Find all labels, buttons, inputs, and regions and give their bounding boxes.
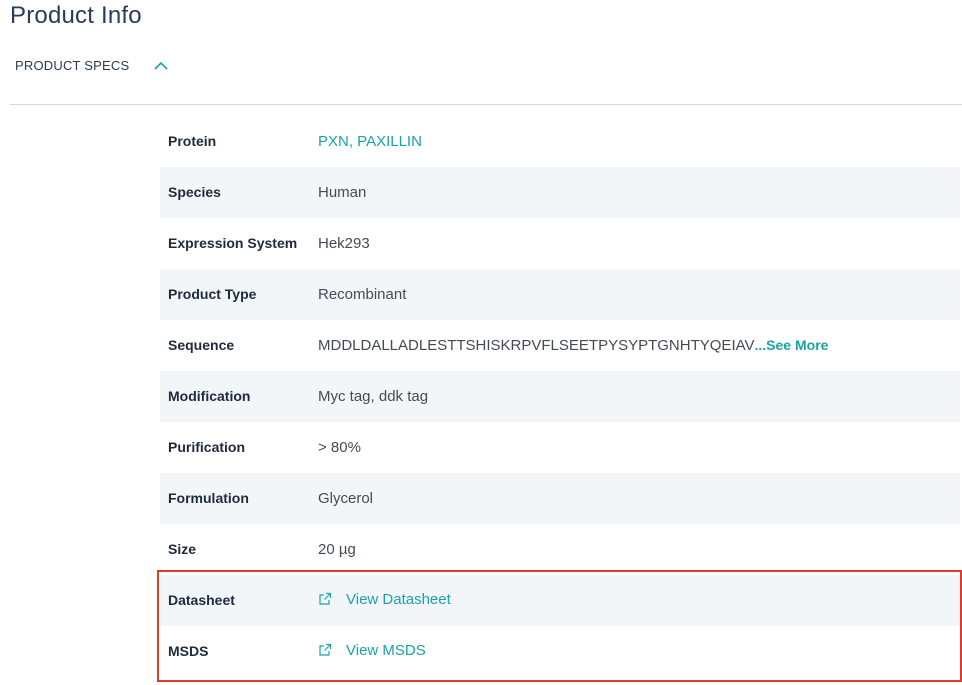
spec-key: Size (168, 540, 197, 557)
spec-key: Purification (168, 438, 246, 455)
view-msds-link[interactable]: View MSDS (318, 642, 426, 659)
spec-value: Glycerol (318, 490, 374, 507)
spec-row-protein: Protein PXN, PAXILLIN (160, 116, 960, 167)
sequence-text: MDDLDALLADLESTTSHISKRPVFLSEETPYSYPTGNHTY… (318, 337, 755, 354)
sequence-value: MDDLDALLADLESTTSHISKRPVFLSEETPYSYPTGNHTY… (318, 337, 828, 354)
spec-value: Human (318, 184, 367, 201)
spec-row-purification: Purification > 80% (160, 422, 960, 473)
spec-row-size: Size 20 µg (160, 524, 960, 575)
spec-key: Datasheet (168, 591, 235, 608)
view-datasheet-label: View Datasheet (346, 590, 451, 608)
spec-key: MSDS (168, 642, 209, 659)
protein-link[interactable]: PXN, PAXILLIN (318, 133, 422, 150)
chevron-up-icon[interactable] (153, 60, 169, 72)
spec-row-modification: Modification Myc tag, ddk tag (160, 371, 960, 422)
page-title: Product Info (10, 2, 142, 29)
spec-key: Sequence (168, 336, 235, 353)
product-specs-label: PRODUCT SPECS (15, 58, 130, 73)
product-info-page: Product Info PRODUCT SPECS Protein PXN, … (0, 0, 962, 685)
spec-value: > 80% (318, 439, 361, 456)
spec-value: Recombinant (318, 286, 407, 303)
spec-key: Expression System (168, 234, 298, 251)
spec-row-expression-system: Expression System Hek293 (160, 218, 960, 269)
spec-value: Hek293 (318, 235, 370, 252)
spec-row-sequence: Sequence MDDLDALLADLESTTSHISKRPVFLSEETPY… (160, 320, 960, 371)
spec-key: Formulation (168, 489, 249, 506)
spec-key: Species (168, 183, 221, 200)
spec-row-formulation: Formulation Glycerol (160, 473, 960, 524)
product-specs-toggle[interactable]: PRODUCT SPECS (15, 58, 169, 73)
external-link-icon (318, 643, 332, 657)
spec-key: Protein (168, 132, 217, 149)
external-link-icon (318, 592, 332, 606)
specs-table: Protein PXN, PAXILLIN Species Human Expr… (160, 116, 960, 677)
spec-value: Myc tag, ddk tag (318, 388, 429, 405)
spec-row-product-type: Product Type Recombinant (160, 269, 960, 320)
see-more-link[interactable]: ...See More (755, 337, 829, 353)
view-datasheet-link[interactable]: View Datasheet (318, 591, 451, 608)
spec-row-msds: MSDS View MSDS (160, 626, 960, 677)
spec-row-datasheet: Datasheet View Datasheet (160, 575, 960, 626)
section-divider (10, 104, 962, 105)
view-msds-label: View MSDS (346, 641, 426, 659)
spec-value: 20 µg (318, 541, 356, 558)
spec-key: Modification (168, 387, 251, 404)
spec-row-species: Species Human (160, 167, 960, 218)
spec-key: Product Type (168, 285, 257, 302)
